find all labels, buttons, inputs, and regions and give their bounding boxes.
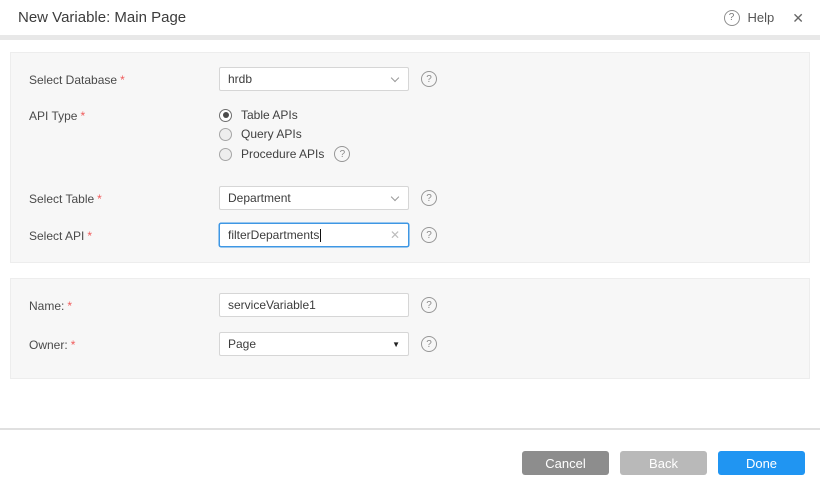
required-asterisk: * <box>71 338 76 352</box>
select-api-label-text: Select API <box>29 229 84 243</box>
radio-query-apis[interactable]: Query APIs <box>219 127 350 141</box>
footer-divider <box>0 428 820 430</box>
select-api-label: Select API* <box>29 228 219 243</box>
api-type-help-icon[interactable]: ? <box>334 146 350 162</box>
radio-button-icon[interactable] <box>219 109 232 122</box>
select-database-row: Select Database* hrdb ? <box>29 67 791 91</box>
name-help-icon[interactable]: ? <box>421 297 437 313</box>
name-row: Name:* ? <box>29 293 791 317</box>
api-type-radio-group: Table APIs Query APIs Procedure APIs ? <box>219 108 350 162</box>
radio-button-icon[interactable] <box>219 148 232 161</box>
required-asterisk: * <box>87 229 92 243</box>
select-table-label: Select Table* <box>29 191 219 206</box>
select-api-input[interactable]: filterDepartments ✕ <box>219 223 409 247</box>
radio-query-apis-label[interactable]: Query APIs <box>241 127 302 141</box>
header-actions: ? Help ✕ <box>724 10 804 26</box>
required-asterisk: * <box>97 192 102 206</box>
cancel-button[interactable]: Cancel <box>522 451 609 475</box>
clear-icon[interactable]: ✕ <box>390 229 400 241</box>
owner-value: Page <box>228 337 256 351</box>
help-link[interactable]: Help <box>748 10 775 25</box>
select-api-row: Select API* filterDepartments ✕ ? <box>29 223 791 247</box>
radio-procedure-apis[interactable]: Procedure APIs ? <box>219 146 350 162</box>
chevron-down-icon <box>391 73 399 81</box>
select-database-label: Select Database* <box>29 72 219 87</box>
api-settings-panel: Select Database* hrdb ? API Type* Table … <box>10 52 810 263</box>
radio-table-apis[interactable]: Table APIs <box>219 108 350 122</box>
required-asterisk: * <box>67 299 72 313</box>
select-table-help-icon[interactable]: ? <box>421 190 437 206</box>
owner-label-text: Owner: <box>29 338 68 352</box>
owner-select[interactable]: Page ▼ <box>219 332 409 356</box>
required-asterisk: * <box>120 73 125 87</box>
name-label: Name:* <box>29 298 219 313</box>
text-cursor <box>320 229 321 242</box>
radio-button-icon[interactable] <box>219 128 232 141</box>
radio-procedure-apis-label[interactable]: Procedure APIs <box>241 147 324 161</box>
new-variable-dialog: New Variable: Main Page ? Help ✕ Select … <box>0 0 820 492</box>
help-icon[interactable]: ? <box>724 10 740 26</box>
select-database-value: hrdb <box>228 72 252 86</box>
footer-buttons: Cancel Back Done <box>522 451 805 475</box>
select-database-help-icon[interactable]: ? <box>421 71 437 87</box>
select-database-dropdown[interactable]: hrdb <box>219 67 409 91</box>
owner-row: Owner:* Page ▼ ? <box>29 332 791 356</box>
select-table-value: Department <box>228 191 291 205</box>
back-button[interactable]: Back <box>620 451 707 475</box>
name-label-text: Name: <box>29 299 64 313</box>
required-asterisk: * <box>80 109 85 123</box>
caret-down-icon: ▼ <box>392 340 400 349</box>
page-title: New Variable: Main Page <box>18 9 724 26</box>
chevron-down-icon <box>391 192 399 200</box>
api-type-label-text: API Type <box>29 109 77 123</box>
variable-settings-panel: Name:* ? Owner:* Page ▼ ? <box>10 278 810 379</box>
select-database-label-text: Select Database <box>29 73 117 87</box>
api-type-label: API Type* <box>29 108 219 123</box>
name-field[interactable] <box>219 293 409 317</box>
select-table-dropdown[interactable]: Department <box>219 186 409 210</box>
select-table-row: Select Table* Department ? <box>29 186 791 210</box>
select-api-help-icon[interactable]: ? <box>421 227 437 243</box>
close-icon[interactable]: ✕ <box>792 11 804 25</box>
dialog-header: New Variable: Main Page ? Help ✕ <box>0 0 820 40</box>
select-table-label-text: Select Table <box>29 192 94 206</box>
owner-help-icon[interactable]: ? <box>421 336 437 352</box>
done-button[interactable]: Done <box>718 451 805 475</box>
radio-table-apis-label[interactable]: Table APIs <box>241 108 298 122</box>
select-api-value: filterDepartments <box>228 228 319 242</box>
owner-label: Owner:* <box>29 337 219 352</box>
api-type-row: API Type* Table APIs Query APIs Procedur… <box>29 108 791 162</box>
